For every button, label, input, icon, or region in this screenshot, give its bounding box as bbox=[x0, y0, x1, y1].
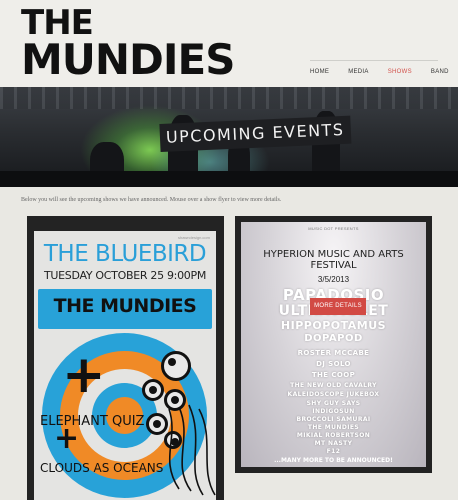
lineup-item: SHY GUY SAYS bbox=[306, 400, 361, 407]
flyer-support-2: CLOUDS AS OCEANS bbox=[40, 461, 164, 475]
main-nav: HOME MEDIA SHOWS BAND bbox=[310, 69, 458, 75]
nav-band[interactable]: BAND bbox=[431, 69, 449, 75]
flyer-image: MUSIC DOT PRESENTS HYPERION MUSIC AND AR… bbox=[241, 222, 426, 467]
lineup-item: BROCCOLI SAMURAI bbox=[296, 416, 371, 423]
lineup-item-f12: F12 bbox=[326, 448, 341, 455]
flyer-headliner: THE MUNDIES bbox=[53, 295, 197, 317]
speaker-icon bbox=[161, 351, 191, 381]
lineup-item: THE COOP bbox=[311, 371, 356, 379]
show-flyer-bluebird[interactable]: shawndesign.com THE BLUEBIRD TUESDAY OCT… bbox=[27, 216, 224, 500]
flyer-festival-title: HYPERION MUSIC AND ARTS FESTIVAL bbox=[263, 249, 404, 271]
flyer-credit: shawndesign.com bbox=[177, 235, 210, 240]
lineup-item: HIPPOPOTAMUS bbox=[280, 319, 387, 332]
lineup-item: THE MUNDIES bbox=[307, 424, 360, 431]
flyer-venue: THE BLUEBIRD bbox=[43, 241, 207, 267]
nav-media[interactable]: MEDIA bbox=[348, 69, 369, 75]
plus-sign-large: + bbox=[62, 345, 106, 405]
plus-sign-small: + bbox=[54, 421, 80, 456]
stage-truss bbox=[0, 87, 458, 109]
site-logo[interactable]: THE MUNDIES bbox=[21, 6, 235, 84]
speaker-icon bbox=[142, 379, 164, 401]
flyer-footer: ...MANY MORE TO BE ANNOUNCED! bbox=[274, 457, 393, 464]
flyer-presents: MUSIC DOT PRESENTS bbox=[308, 226, 359, 231]
flyer-date: TUESDAY OCTOBER 25 9:00PM bbox=[43, 269, 207, 282]
lineup-item: MIKIAL ROBERTSON bbox=[296, 432, 371, 439]
flyer-date: 3/5/2013 bbox=[317, 275, 350, 284]
logo-line-2: MUNDIES bbox=[21, 35, 235, 84]
stage-floor bbox=[0, 171, 458, 187]
nav-divider bbox=[310, 60, 438, 61]
lineup-item: MT NASTY bbox=[314, 440, 353, 447]
lineup-item: DJ SOLO bbox=[316, 360, 351, 368]
lineup-item: THE NEW OLD CAVALRY bbox=[290, 382, 377, 389]
show-flyer-hyperion[interactable]: MUSIC DOT PRESENTS HYPERION MUSIC AND AR… bbox=[235, 216, 432, 473]
flyer-image: shawndesign.com THE BLUEBIRD TUESDAY OCT… bbox=[34, 231, 216, 500]
intro-text: Below you will see the upcoming shows we… bbox=[21, 197, 282, 203]
nav-shows[interactable]: SHOWS bbox=[388, 69, 412, 75]
nav-home[interactable]: HOME bbox=[310, 69, 329, 75]
site-header: THE MUNDIES HOME MEDIA SHOWS BAND bbox=[0, 0, 458, 87]
cables-icon bbox=[168, 404, 216, 496]
lineup-item: KALEIDOSCOPE JUKEBOX bbox=[287, 391, 380, 398]
more-details-button[interactable]: MORE DETAILS → bbox=[310, 298, 366, 326]
lineup-item: INDIGOSUN bbox=[312, 408, 355, 415]
lineup-item: ROSTER MCCABE bbox=[297, 349, 370, 357]
lineup-item: DOPAPOD bbox=[304, 333, 363, 344]
